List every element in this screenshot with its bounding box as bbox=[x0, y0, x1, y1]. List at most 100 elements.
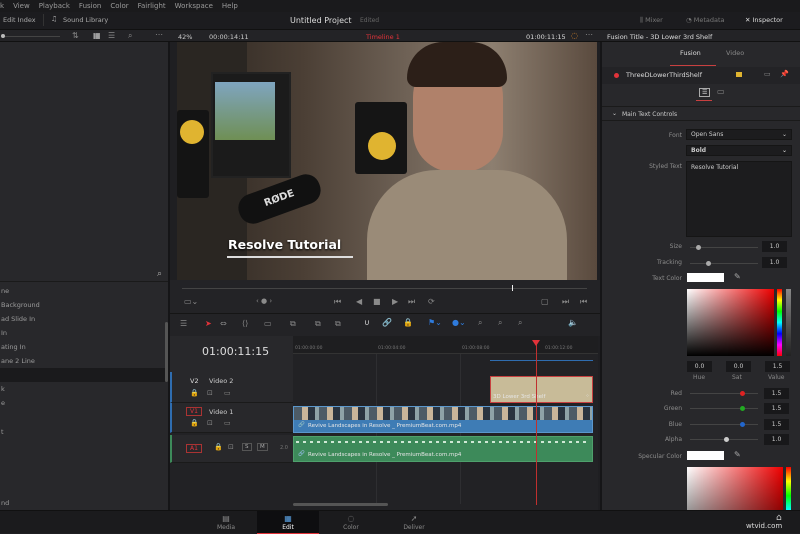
menu-workspace[interactable]: Workspace bbox=[175, 2, 213, 10]
go-to-start-icon[interactable]: ⏮ bbox=[334, 297, 341, 307]
menu-fairlight[interactable]: Fairlight bbox=[138, 2, 166, 10]
hue-value[interactable]: 0.0 bbox=[687, 361, 712, 372]
menu-color[interactable]: Color bbox=[110, 2, 128, 10]
viewer-options-icon[interactable]: ⋯ bbox=[585, 30, 593, 39]
copy-icon[interactable]: ▭ bbox=[764, 70, 771, 78]
tab-fusion[interactable]: Fusion bbox=[680, 49, 701, 57]
size-value[interactable]: 1.0 bbox=[762, 241, 787, 252]
nav-deliver[interactable]: ➚ Deliver bbox=[383, 511, 445, 534]
overwrite-clip-icon[interactable]: ⧉ bbox=[315, 319, 321, 329]
inspector-button[interactable]: ✕ Inspector bbox=[745, 16, 783, 24]
auto-select-icon[interactable]: ⊡ bbox=[207, 389, 213, 397]
menu-help[interactable]: Help bbox=[222, 2, 238, 10]
menu-fusion[interactable]: Fusion bbox=[79, 2, 101, 10]
timeline-ruler[interactable] bbox=[293, 336, 598, 354]
marker-icon[interactable]: ●⌄ bbox=[452, 318, 466, 327]
timeline-name[interactable]: Timeline 1 bbox=[366, 33, 400, 41]
slider-knob[interactable] bbox=[706, 261, 711, 266]
specular-color-swatch[interactable] bbox=[687, 451, 724, 460]
settings-tab-icon[interactable]: ▭ bbox=[717, 87, 725, 96]
effect-item[interactable] bbox=[0, 410, 165, 424]
slider-knob[interactable] bbox=[724, 437, 729, 442]
text-tab-icon[interactable]: ☰ bbox=[699, 88, 711, 97]
value-value[interactable]: 1.5 bbox=[765, 361, 790, 372]
effect-item[interactable]: t bbox=[0, 425, 165, 439]
replace-clip-icon[interactable]: ⧉ bbox=[335, 319, 341, 329]
menu-edit[interactable]: k bbox=[0, 2, 4, 10]
eyedropper-icon[interactable]: ✎ bbox=[734, 272, 741, 281]
viewer-mode-icon[interactable]: ▭⌄ bbox=[184, 297, 198, 306]
clip-color-swatch[interactable] bbox=[736, 72, 742, 77]
alpha-bar[interactable] bbox=[786, 289, 791, 356]
play-reverse-icon[interactable]: ◀ bbox=[356, 297, 362, 306]
mute-button[interactable]: M bbox=[257, 443, 268, 451]
red-value[interactable]: 1.5 bbox=[764, 388, 789, 399]
pin-icon[interactable]: 📌 bbox=[780, 70, 789, 78]
blade-tool-icon[interactable]: ▭ bbox=[264, 319, 272, 328]
prev-edit-icon[interactable]: ⏮ bbox=[580, 297, 587, 307]
blue-value[interactable]: 1.5 bbox=[764, 419, 789, 430]
effect-item[interactable]: ating In bbox=[0, 340, 165, 354]
auto-select-icon[interactable]: ⊡ bbox=[207, 419, 213, 427]
list-view-icon[interactable]: ☰ bbox=[108, 31, 115, 40]
flag-icon[interactable]: ⚑⌄ bbox=[428, 318, 442, 327]
grid-view-icon[interactable]: ▦ bbox=[93, 31, 101, 40]
track-name[interactable]: Video 1 bbox=[209, 408, 233, 416]
next-edit-icon[interactable]: ⏭ bbox=[562, 297, 569, 307]
slider-knob[interactable] bbox=[740, 422, 745, 427]
effect-item[interactable]: In bbox=[0, 326, 165, 340]
solo-button[interactable]: S bbox=[242, 443, 252, 451]
track-visibility-icon[interactable]: ▭ bbox=[224, 419, 231, 427]
scrollbar[interactable] bbox=[165, 322, 168, 382]
styled-text-input[interactable]: Resolve Tutorial bbox=[686, 161, 792, 237]
linked-selection-icon[interactable]: 🔗 bbox=[382, 318, 392, 327]
audio-clip[interactable]: 🔗 Revive Landscapes in Resolve _ Premium… bbox=[293, 436, 593, 462]
size-slider[interactable] bbox=[690, 245, 758, 250]
track-name[interactable]: Video 2 bbox=[209, 377, 233, 385]
zoom-custom-icon[interactable]: ⌕ bbox=[518, 318, 522, 328]
section-header[interactable]: ⌄ Main Text Controls bbox=[602, 106, 800, 121]
green-slider[interactable] bbox=[690, 406, 758, 411]
search-icon[interactable]: ⌕ bbox=[128, 31, 132, 41]
snapping-icon[interactable]: ∪ bbox=[364, 318, 370, 327]
alpha-value[interactable]: 1.0 bbox=[764, 434, 789, 445]
color-picker-field[interactable] bbox=[687, 289, 774, 356]
tab-video[interactable]: Video bbox=[726, 49, 744, 57]
audio-volume-icon[interactable]: 🔈 bbox=[568, 318, 578, 327]
alpha-slider[interactable] bbox=[690, 437, 758, 442]
sort-icon[interactable]: ⇅ bbox=[72, 31, 79, 40]
playhead[interactable] bbox=[532, 340, 540, 505]
loop-icon[interactable]: ⟳ bbox=[428, 297, 435, 306]
tracking-slider[interactable] bbox=[690, 261, 758, 266]
more-options-icon[interactable]: ⋯ bbox=[155, 30, 163, 39]
effect-item[interactable]: ane 2 Line bbox=[0, 354, 165, 368]
text-color-swatch[interactable] bbox=[687, 273, 724, 282]
lock-track-icon[interactable]: 🔒 bbox=[190, 389, 199, 397]
font-dropdown[interactable]: Open Sans ⌄ bbox=[686, 129, 792, 140]
track-id[interactable]: V1 bbox=[186, 407, 202, 416]
scrubber-track[interactable] bbox=[182, 288, 587, 289]
effect-item[interactable]: nd bbox=[0, 496, 165, 510]
track-visibility-icon[interactable]: ▭ bbox=[224, 389, 231, 397]
style-dropdown[interactable]: Bold ⌄ bbox=[686, 145, 792, 156]
menu-playback[interactable]: Playback bbox=[39, 2, 70, 10]
nav-color[interactable]: ◌ Color bbox=[320, 511, 382, 534]
hue-bar[interactable] bbox=[786, 467, 791, 510]
sync-icon[interactable]: ◌ bbox=[571, 31, 578, 40]
zoom-detail-icon[interactable]: ⌕ bbox=[498, 318, 502, 328]
selection-tool-icon[interactable]: ➤ bbox=[205, 319, 212, 328]
insert-clip-icon[interactable]: ⧉ bbox=[290, 319, 296, 329]
effect-item[interactable]: e bbox=[0, 396, 165, 410]
title-clip[interactable]: 3D Lower 3rd Shelf ⁘ bbox=[490, 376, 593, 403]
jog-control[interactable]: ‹ ● › bbox=[256, 297, 272, 305]
slider-knob[interactable] bbox=[696, 245, 701, 250]
playhead-marker[interactable] bbox=[532, 340, 540, 346]
mixer-button[interactable]: ⫼ Mixer bbox=[640, 16, 663, 25]
match-frame-icon[interactable]: ▢ bbox=[541, 297, 549, 306]
zoom-full-icon[interactable]: ⌕ bbox=[478, 318, 482, 328]
nav-edit[interactable]: ▦ Edit bbox=[257, 511, 319, 534]
sat-value[interactable]: 0.0 bbox=[726, 361, 751, 372]
trim-tool-icon[interactable]: ⇔ bbox=[220, 319, 227, 328]
dynamic-trim-icon[interactable]: ⟨⟩ bbox=[242, 319, 248, 328]
go-to-end-icon[interactable]: ⏭ bbox=[408, 297, 415, 307]
